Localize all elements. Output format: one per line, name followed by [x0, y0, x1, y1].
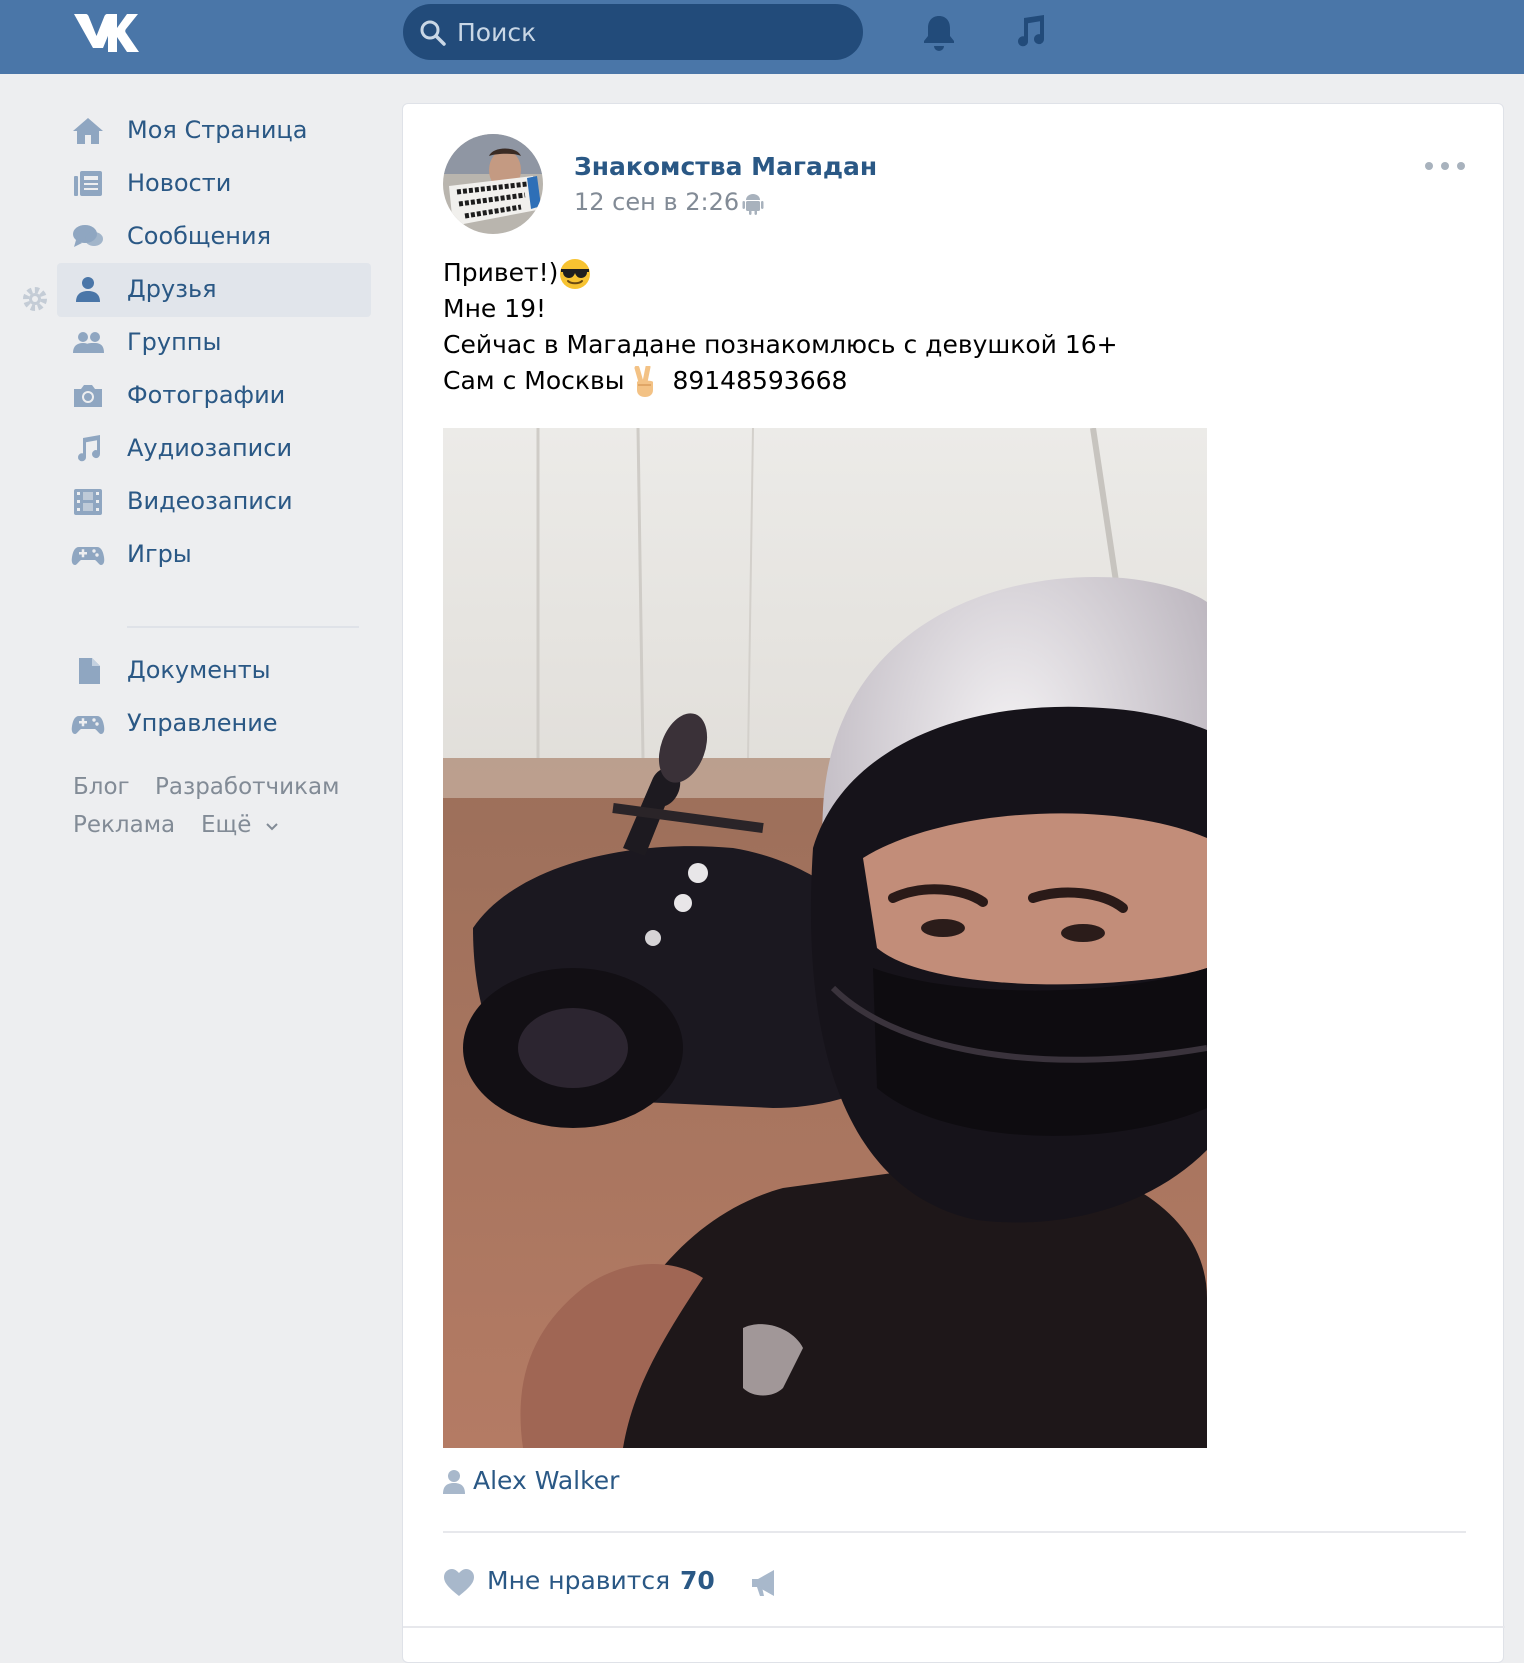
post-line-text: Привет!) — [443, 258, 559, 287]
post-line-2: Мне 19! — [443, 294, 547, 323]
share-megaphone-icon[interactable] — [749, 1567, 781, 1599]
signer-name: Alex Walker — [473, 1466, 620, 1495]
sidebar-item-label: Аудиозаписи — [127, 434, 293, 462]
footer-link-more[interactable]: Ещё — [201, 812, 279, 838]
avatar-image — [443, 134, 543, 234]
like-label: Мне нравится — [487, 1566, 671, 1595]
post-card: Знакомства Магадан 12 сен в 2:26 Привет!… — [402, 103, 1505, 1663]
messages-icon — [73, 225, 103, 247]
sidebar-item-video[interactable]: Видеозаписи — [57, 475, 371, 529]
camera-icon — [74, 385, 102, 407]
post-photo-image — [443, 428, 1207, 1448]
sidebar-item-manage[interactable]: Управление — [57, 697, 371, 751]
sidebar-item-label: Видеозаписи — [127, 487, 293, 515]
top-bar — [0, 0, 1524, 74]
phone-number: 89148593668 — [672, 366, 848, 395]
friends-icon — [76, 277, 100, 302]
search-icon — [420, 20, 446, 46]
sidebar-item-news[interactable]: Новости — [57, 157, 371, 211]
sidebar-item-label: Новости — [127, 169, 232, 197]
film-icon — [74, 489, 102, 515]
post-line-3: Сейчас в Магадане познакомлюсь с девушко… — [443, 330, 1118, 359]
post-line-4: Сам с Москвы 89148593668 — [443, 364, 847, 398]
sidebar-item-photos[interactable]: Фотографии — [57, 369, 371, 423]
sidebar-item-label: Друзья — [127, 275, 217, 303]
gamepad-icon — [71, 716, 105, 734]
heart-icon — [444, 1569, 474, 1596]
chevron-down-icon — [265, 823, 278, 831]
more-options-icon[interactable] — [1423, 156, 1467, 176]
sidebar-item-label: Сообщения — [127, 222, 272, 250]
sidebar-item-label: Группы — [127, 328, 222, 356]
footer-link-more-label: Ещё — [201, 812, 252, 838]
footer-link-ads[interactable]: Реклама — [73, 812, 175, 838]
post-author[interactable]: Знакомства Магадан — [574, 152, 877, 181]
music-note-icon[interactable] — [1010, 12, 1050, 52]
post-date[interactable]: 12 сен в 2:26 — [574, 188, 739, 216]
sidebar-item-label: Документы — [127, 656, 271, 684]
gear-icon[interactable] — [20, 284, 50, 314]
post-divider — [443, 1531, 1466, 1533]
sidebar-item-label: Игры — [127, 540, 192, 568]
author-avatar[interactable] — [443, 134, 543, 234]
sidebar-divider — [127, 626, 359, 628]
victory-hand-emoji-icon — [634, 366, 654, 397]
sidebar-item-label: Моя Страница — [127, 116, 308, 144]
search-bar[interactable] — [403, 4, 863, 60]
gamepad-icon — [71, 547, 105, 565]
news-icon — [74, 171, 102, 196]
home-icon — [73, 118, 103, 144]
sidebar-item-groups[interactable]: Группы — [57, 316, 371, 370]
search-input[interactable] — [457, 4, 847, 60]
music-note-icon — [78, 435, 101, 462]
sidebar-item-label: Управление — [127, 709, 278, 737]
bell-icon[interactable] — [919, 12, 959, 52]
sidebar-item-messages[interactable]: Сообщения — [57, 210, 371, 264]
like-count: 70 — [680, 1566, 715, 1595]
groups-icon — [73, 332, 104, 353]
vk-logo[interactable] — [72, 10, 140, 54]
sidebar-item-audio[interactable]: Аудиозаписи — [57, 422, 371, 476]
sunglasses-emoji-icon — [560, 259, 591, 289]
sidebar-item-games[interactable]: Игры — [57, 528, 371, 582]
sidebar-item-my-page[interactable]: Моя Страница — [57, 104, 371, 158]
like-button[interactable]: Мне нравится 70 — [443, 1564, 715, 1604]
sidebar-item-friends[interactable]: Друзья — [57, 263, 371, 317]
footer-link-developers[interactable]: Разработчикам — [155, 774, 339, 800]
card-bottom-divider — [403, 1626, 1505, 1628]
footer-link-blog[interactable]: Блог — [73, 774, 130, 800]
sidebar-item-documents[interactable]: Документы — [57, 644, 371, 698]
user-icon — [443, 1470, 465, 1494]
sidebar-item-label: Фотографии — [127, 381, 286, 409]
post-photo[interactable] — [443, 428, 1207, 1448]
post-line-text: Сам с Москвы — [443, 366, 625, 395]
post-line-1: Привет!) — [443, 256, 592, 290]
android-icon — [742, 194, 764, 215]
document-icon — [79, 658, 100, 684]
